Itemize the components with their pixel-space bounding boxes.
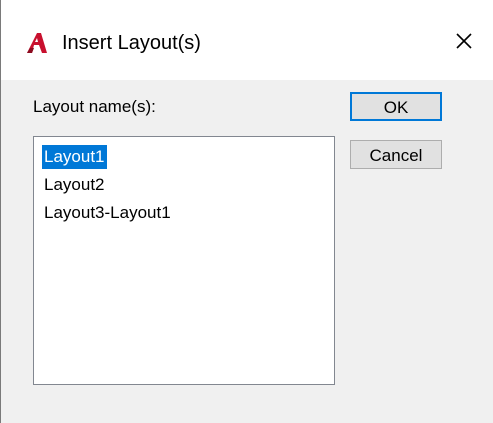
title-bar[interactable]: Insert Layout(s) [0,0,493,80]
autocad-a-icon [27,33,47,53]
list-item-layout1[interactable]: Layout1 [42,145,107,169]
layout-names-label: Layout name(s): [33,97,156,116]
insert-layout-dialog: Insert Layout(s) Layout name(s): Layout1… [0,0,493,423]
list-item-layout3-layout1[interactable]: Layout3-Layout1 [42,201,173,225]
window-border [0,0,1,423]
ok-button[interactable]: OK [350,92,442,121]
layout-listbox[interactable]: Layout1 Layout2 Layout3-Layout1 [33,136,335,385]
window-title: Insert Layout(s) [62,32,201,54]
close-icon[interactable] [452,29,476,53]
list-item-layout2[interactable]: Layout2 [42,173,107,197]
cancel-button[interactable]: Cancel [350,140,442,169]
